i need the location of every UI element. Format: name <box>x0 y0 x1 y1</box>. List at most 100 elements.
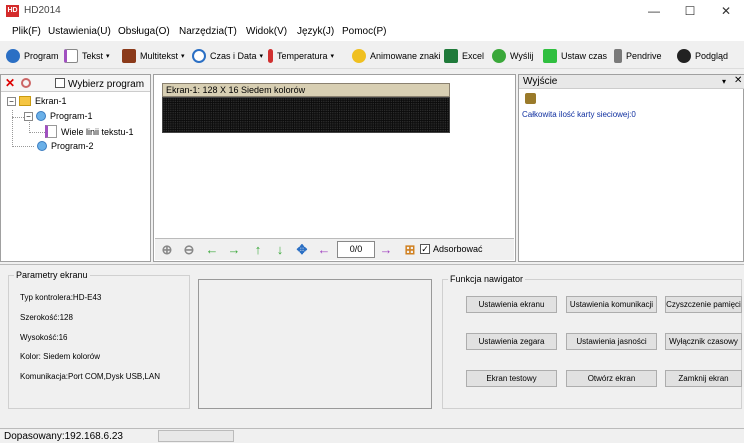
time-date-button[interactable]: Czas i Data ▾ <box>192 47 263 65</box>
close-screen-button[interactable]: Zamknij ekran <box>665 370 742 387</box>
editor-toolbar: ⊕ ⊖ ← → ↑ ↓ ✥ ← 0/0 → ⊞ ✓ Adsorbować <box>155 238 514 260</box>
test-screen-button[interactable]: Ekran testowy <box>466 370 557 387</box>
screen-settings-button[interactable]: Ustawienia ekranu <box>466 296 557 313</box>
search-icon[interactable] <box>21 78 31 88</box>
menu-narzedzia[interactable]: Narzędzia(T) <box>179 26 237 37</box>
arrow-right-icon[interactable]: → <box>225 242 243 258</box>
communication-settings-button[interactable]: Ustawienia komunikacji <box>566 296 657 313</box>
tree-item-program-1[interactable]: − Program-1 <box>24 111 93 121</box>
select-program-label: Wybierz program <box>68 79 145 90</box>
screen-editor-panel: Ekran-1: 128 X 16 Siedem kolorów ⊕ ⊖ ← →… <box>153 74 516 262</box>
excel-icon <box>444 49 458 63</box>
chevron-down-icon: ▾ <box>106 53 110 60</box>
menu-plik[interactable]: Plik(F) <box>12 26 41 37</box>
set-time-button[interactable]: Ustaw czas <box>543 47 607 65</box>
program-button[interactable]: Program <box>6 47 59 65</box>
page-indicator: 0/0 <box>337 241 375 258</box>
preview-area <box>198 279 432 409</box>
animated-chars-button[interactable]: Animowane znaki <box>352 47 441 65</box>
program-icon <box>36 111 46 121</box>
menu-bar: Plik(F) Ustawienia(U) Obsługa(O) Narzędz… <box>0 22 744 41</box>
program-tree-header: ✕ Wybierz program <box>1 75 150 92</box>
temperature-button[interactable]: Temperatura ▾ <box>268 47 334 65</box>
app-icon: HD <box>6 5 19 17</box>
arrow-left-icon[interactable]: ← <box>203 242 221 258</box>
tree-connector <box>29 132 45 133</box>
maximize-button[interactable]: ☐ <box>672 0 708 22</box>
menu-pomoc[interactable]: Pomoc(P) <box>342 26 386 37</box>
text-button[interactable]: Tekst ▾ <box>64 47 110 65</box>
previous-icon[interactable]: ← <box>315 242 333 258</box>
output-header: Wyjście ▾ ✕ <box>519 75 744 89</box>
screen-color: Kolor: Siedem kolorów <box>20 352 101 361</box>
screen-params-title: Parametry ekranu <box>14 270 90 280</box>
function-navigator-title: Funkcja nawigator <box>448 274 526 284</box>
zoom-out-icon[interactable]: ⊖ <box>180 242 198 258</box>
send-button[interactable]: Wyślij <box>492 47 533 65</box>
next-icon[interactable]: → <box>377 242 395 258</box>
brightness-settings-button[interactable]: Ustawienia jasności <box>566 333 657 350</box>
clock-settings-button[interactable]: Ustawienia zegara <box>466 333 557 350</box>
tree-connector <box>12 110 13 147</box>
close-icon[interactable]: ✕ <box>734 75 742 86</box>
bottom-panel: Parametry ekranu Typ kontrolera:HD-E43 S… <box>0 264 744 428</box>
program-icon <box>37 141 47 151</box>
chevron-down-icon: ▾ <box>330 53 335 60</box>
multitext-button[interactable]: Multitekst ▾ <box>122 47 185 65</box>
tree-item-program-2[interactable]: Program-2 <box>37 141 94 151</box>
usb-icon <box>614 49 622 63</box>
clock-icon <box>543 49 557 63</box>
pendrive-button[interactable]: Pendrive <box>614 47 662 65</box>
status-segment <box>158 430 234 442</box>
film-icon <box>122 49 136 63</box>
adsorb-icon[interactable]: ⊞ <box>401 242 419 258</box>
zoom-in-icon[interactable]: ⊕ <box>158 242 176 258</box>
timer-switch-button[interactable]: Wyłącznik czasowy <box>665 333 742 350</box>
pin-icon[interactable]: ▾ <box>722 77 726 86</box>
tree-connector <box>12 146 34 147</box>
gear-icon <box>6 49 20 63</box>
adsorb-checkbox[interactable]: ✓ <box>420 244 430 254</box>
select-program-checkbox[interactable] <box>55 78 65 88</box>
output-panel: Wyjście ▾ ✕ Całkowita ilość karty siecio… <box>518 74 744 262</box>
tree-connector <box>12 117 24 118</box>
status-bar: Dopasowany:192.168.6.23 <box>0 428 744 443</box>
tree-item-text[interactable]: Wiele linii tekstu-1 <box>45 125 134 138</box>
minimize-button[interactable]: — <box>636 0 672 22</box>
menu-obsluga[interactable]: Obsługa(O) <box>118 26 170 37</box>
menu-ustawienia[interactable]: Ustawienia(U) <box>48 26 111 37</box>
clear-memory-button[interactable]: Czyszczenie pamięci <box>665 296 742 313</box>
menu-widok[interactable]: Widok(V) <box>246 26 287 37</box>
open-screen-button[interactable]: Otwórz ekran <box>566 370 657 387</box>
program-tree-panel: ✕ Wybierz program − Ekran-1 − Program-1 … <box>0 74 151 262</box>
thermometer-icon <box>268 49 273 63</box>
clear-output-icon[interactable] <box>525 93 536 104</box>
collapse-icon[interactable]: − <box>24 111 33 121</box>
text-icon <box>45 125 57 138</box>
move-icon[interactable]: ✥ <box>293 242 311 258</box>
send-icon <box>492 49 506 63</box>
chevron-down-icon: ▾ <box>181 53 185 60</box>
close-button[interactable]: ✕ <box>708 0 744 22</box>
screen-title: Ekran-1: 128 X 16 Siedem kolorów <box>162 83 450 97</box>
play-icon <box>677 49 691 63</box>
arrow-down-icon[interactable]: ↓ <box>271 242 289 258</box>
excel-button[interactable]: Excel <box>444 47 484 65</box>
screen-width: Szerokość:128 <box>20 313 73 322</box>
tree-item-screen[interactable]: − Ekran-1 <box>7 96 67 106</box>
menu-jezyk[interactable]: Język(J) <box>297 26 334 37</box>
controller-type: Typ kontrolera:HD-E43 <box>20 293 102 302</box>
collapse-icon[interactable]: − <box>7 96 16 106</box>
output-text: Całkowita ilość karty sieciowej:0 <box>522 110 636 119</box>
communication: Komunikacja:Port COM,Dysk USB,LAN <box>20 372 161 381</box>
led-display[interactable] <box>162 97 450 133</box>
arrow-up-icon[interactable]: ↑ <box>249 242 267 258</box>
screen-icon <box>19 96 31 106</box>
smiley-icon <box>352 49 366 63</box>
title-bar: HD HD2014 — ☐ ✕ <box>0 0 744 22</box>
clock-icon <box>192 49 206 63</box>
output-title: Wyjście <box>523 76 558 87</box>
chevron-down-icon: ▾ <box>259 53 264 60</box>
delete-icon[interactable]: ✕ <box>5 77 15 89</box>
preview-button[interactable]: Podgląd <box>677 47 728 65</box>
